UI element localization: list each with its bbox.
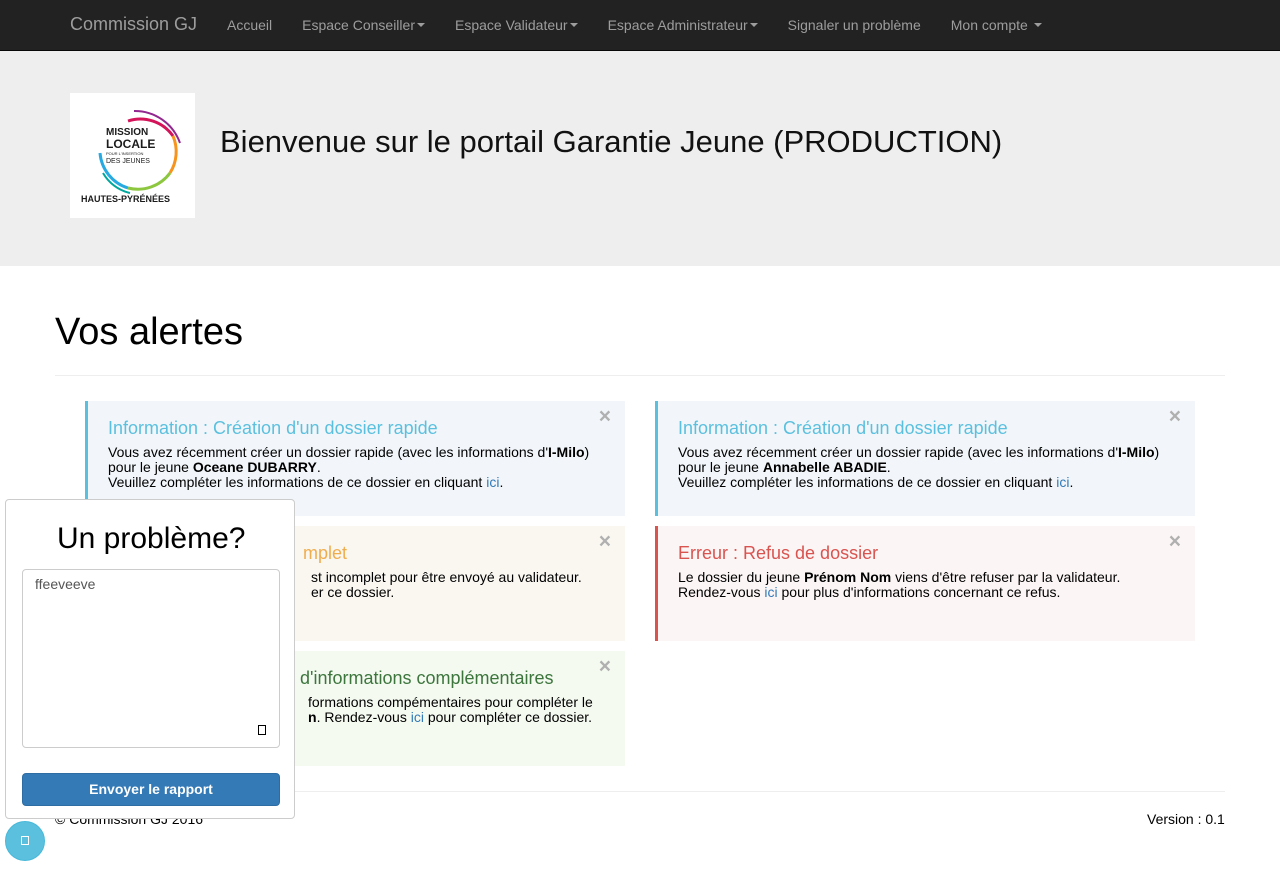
alerts-title: Vos alertes xyxy=(55,311,243,353)
svg-text:POUR L'INSERTION: POUR L'INSERTION xyxy=(106,151,143,156)
divider xyxy=(55,375,1225,376)
footer-version: Version : 0.1 xyxy=(1147,811,1225,827)
svg-text:HAUTES-PYRÉNÉES: HAUTES-PYRÉNÉES xyxy=(81,194,170,204)
square-icon xyxy=(21,836,29,845)
alert-heading: Erreur : Refus de dossier xyxy=(678,543,879,563)
navbar-menu: Accueil Espace Conseiller Espace Validat… xyxy=(212,0,1057,50)
close-icon[interactable]: × xyxy=(599,405,611,429)
close-icon[interactable]: × xyxy=(599,530,611,554)
logo-graphic: MISSION LOCALE POUR L'INSERTION DES JEUN… xyxy=(81,109,181,204)
send-report-button[interactable]: Envoyer le rapport xyxy=(22,773,280,806)
caret-down-icon xyxy=(1033,23,1042,27)
alert-link-ici[interactable]: ici xyxy=(1056,474,1069,490)
nav-item-label: Espace Administrateur xyxy=(607,17,748,33)
alert-heading: Information : Création d'un dossier rapi… xyxy=(678,418,1008,438)
nav-item-accueil[interactable]: Accueil xyxy=(212,0,287,50)
nav-item-label: Accueil xyxy=(227,17,273,33)
report-problem-panel: Un problème? ffeeveeve Envoyer le rappor… xyxy=(5,499,295,819)
alert-danger-refus-dossier: × Erreur : Refus de dossier Le dossier d… xyxy=(655,526,1195,641)
close-icon[interactable]: × xyxy=(599,655,611,679)
page-heading: Bienvenue sur le portail Garantie Jeune … xyxy=(220,124,1003,159)
alert-link-ici[interactable]: ici xyxy=(486,474,499,490)
report-toggle-button[interactable] xyxy=(5,821,45,861)
nav-item-espace-administrateur[interactable]: Espace Administrateur xyxy=(593,0,773,50)
nav-item-label: Espace Conseiller xyxy=(302,17,415,33)
close-icon[interactable]: × xyxy=(1169,405,1181,429)
welcome-banner: MISSION LOCALE POUR L'INSERTION DES JEUN… xyxy=(0,51,1280,266)
nav-item-label: Signaler un problème xyxy=(787,17,921,33)
alert-link-ici[interactable]: ici xyxy=(764,584,777,600)
nav-item-label: Espace Validateur xyxy=(454,17,568,33)
report-textarea[interactable]: ffeeveeve xyxy=(22,569,280,748)
alert-heading: Information : Création d'un dossier rapi… xyxy=(108,418,438,438)
nav-item-label: Mon compte xyxy=(950,17,1028,33)
nav-item-espace-conseiller[interactable]: Espace Conseiller xyxy=(287,0,440,50)
alert-body: Le dossier du jeune Prénom Nom viens d'ê… xyxy=(678,569,1121,600)
caret-down-icon xyxy=(749,23,758,27)
navbar-brand[interactable]: Commission GJ xyxy=(70,14,197,35)
svg-text:LOCALE: LOCALE xyxy=(106,137,155,151)
alert-body: Vous avez récemment créer un dossier rap… xyxy=(678,444,1160,490)
report-panel-title: Un problème? xyxy=(57,522,246,555)
svg-text:DES JEUNES: DES JEUNES xyxy=(106,158,150,165)
resize-handle-icon[interactable] xyxy=(258,725,266,735)
close-icon[interactable]: × xyxy=(1169,530,1181,554)
alert-link-ici[interactable]: ici xyxy=(411,709,424,725)
alert-body: Vous avez récemment créer un dossier rap… xyxy=(108,444,590,490)
nav-item-signaler-probleme[interactable]: Signaler un problème xyxy=(773,0,936,50)
mission-locale-logo: MISSION LOCALE POUR L'INSERTION DES JEUN… xyxy=(70,93,195,218)
caret-down-icon xyxy=(569,23,578,27)
alert-info-dossier-rapide-2: × Information : Création d'un dossier ra… xyxy=(655,401,1195,516)
nav-item-mon-compte[interactable]: Mon compte xyxy=(936,0,1057,50)
top-navbar: Commission GJ Accueil Espace Conseiller … xyxy=(0,0,1280,51)
nav-item-espace-validateur[interactable]: Espace Validateur xyxy=(440,0,593,50)
caret-down-icon xyxy=(416,23,425,27)
